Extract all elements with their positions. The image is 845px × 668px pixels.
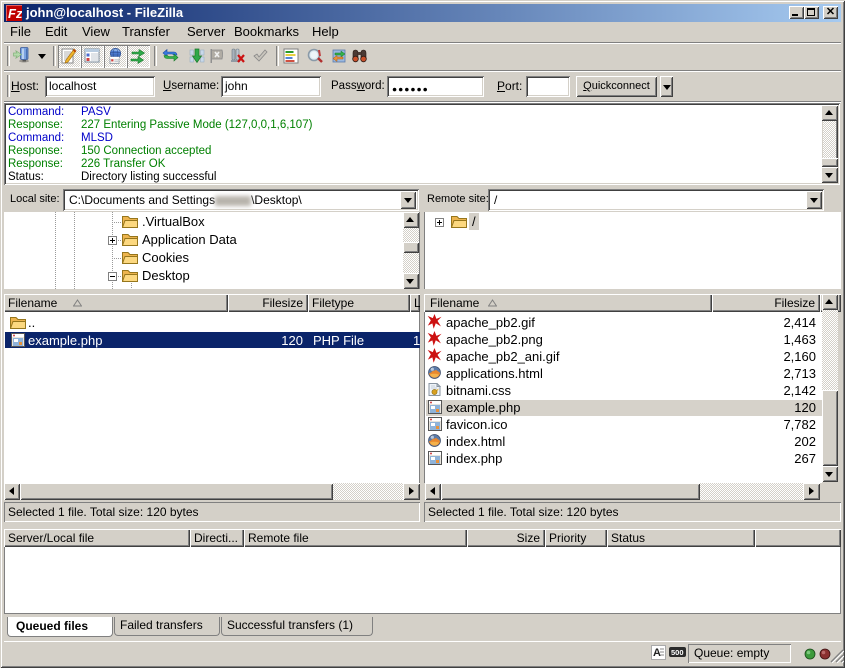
svg-text:Fz: Fz bbox=[8, 6, 22, 21]
svg-text:A: A bbox=[653, 647, 661, 659]
svg-text:500: 500 bbox=[671, 648, 684, 657]
